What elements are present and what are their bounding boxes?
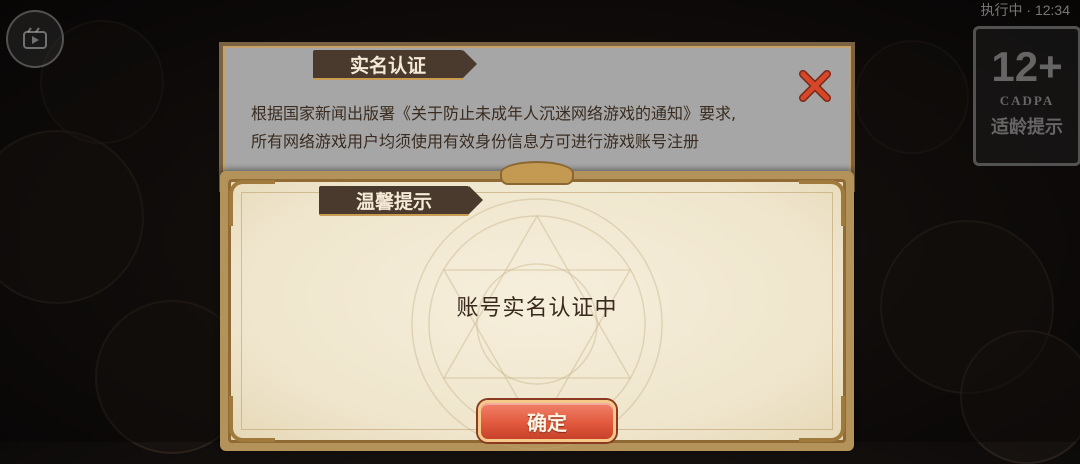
realname-notice-line: 根据国家新闻出版署《关于防止未成年人沉迷网络游戏的通知》要求, bbox=[251, 104, 737, 123]
frame-corner-ornament bbox=[799, 180, 845, 226]
frame-top-ornament bbox=[500, 161, 574, 185]
age-rating-badge[interactable]: 12+ CADPA 适龄提示 bbox=[973, 26, 1080, 166]
frame-corner-ornament bbox=[229, 396, 275, 442]
confirm-button[interactable]: 确定 bbox=[478, 400, 616, 442]
frame-corner-ornament bbox=[799, 396, 845, 442]
top-status-text: 执行中 · 12:34 bbox=[980, 2, 1070, 18]
frame-corner-ornament bbox=[229, 180, 275, 226]
video-camera-icon bbox=[23, 27, 47, 49]
video-record-button[interactable] bbox=[6, 10, 64, 68]
tip-dialog-title: 温馨提示 bbox=[319, 186, 483, 216]
realname-notice: 根据国家新闻出版署《关于防止未成年人沉迷网络游戏的通知》要求, 所有网络游戏用户… bbox=[251, 100, 811, 156]
realname-notice-line: 所有网络游戏用户均须使用有效身份信息方可进行游戏账号注册 bbox=[251, 132, 700, 151]
tip-dialog: 温馨提示 账号实名认证中 确定 bbox=[220, 161, 854, 451]
close-icon bbox=[799, 70, 831, 102]
realname-dialog-title: 实名认证 bbox=[313, 50, 477, 80]
age-rating-org: CADPA bbox=[999, 93, 1055, 108]
age-rating-label: 适龄提示 bbox=[991, 117, 1063, 138]
tip-dialog-frame: 温馨提示 账号实名认证中 确定 bbox=[228, 179, 846, 450]
tip-message: 账号实名认证中 bbox=[456, 296, 618, 321]
age-rating-value: 12+ bbox=[991, 43, 1063, 90]
